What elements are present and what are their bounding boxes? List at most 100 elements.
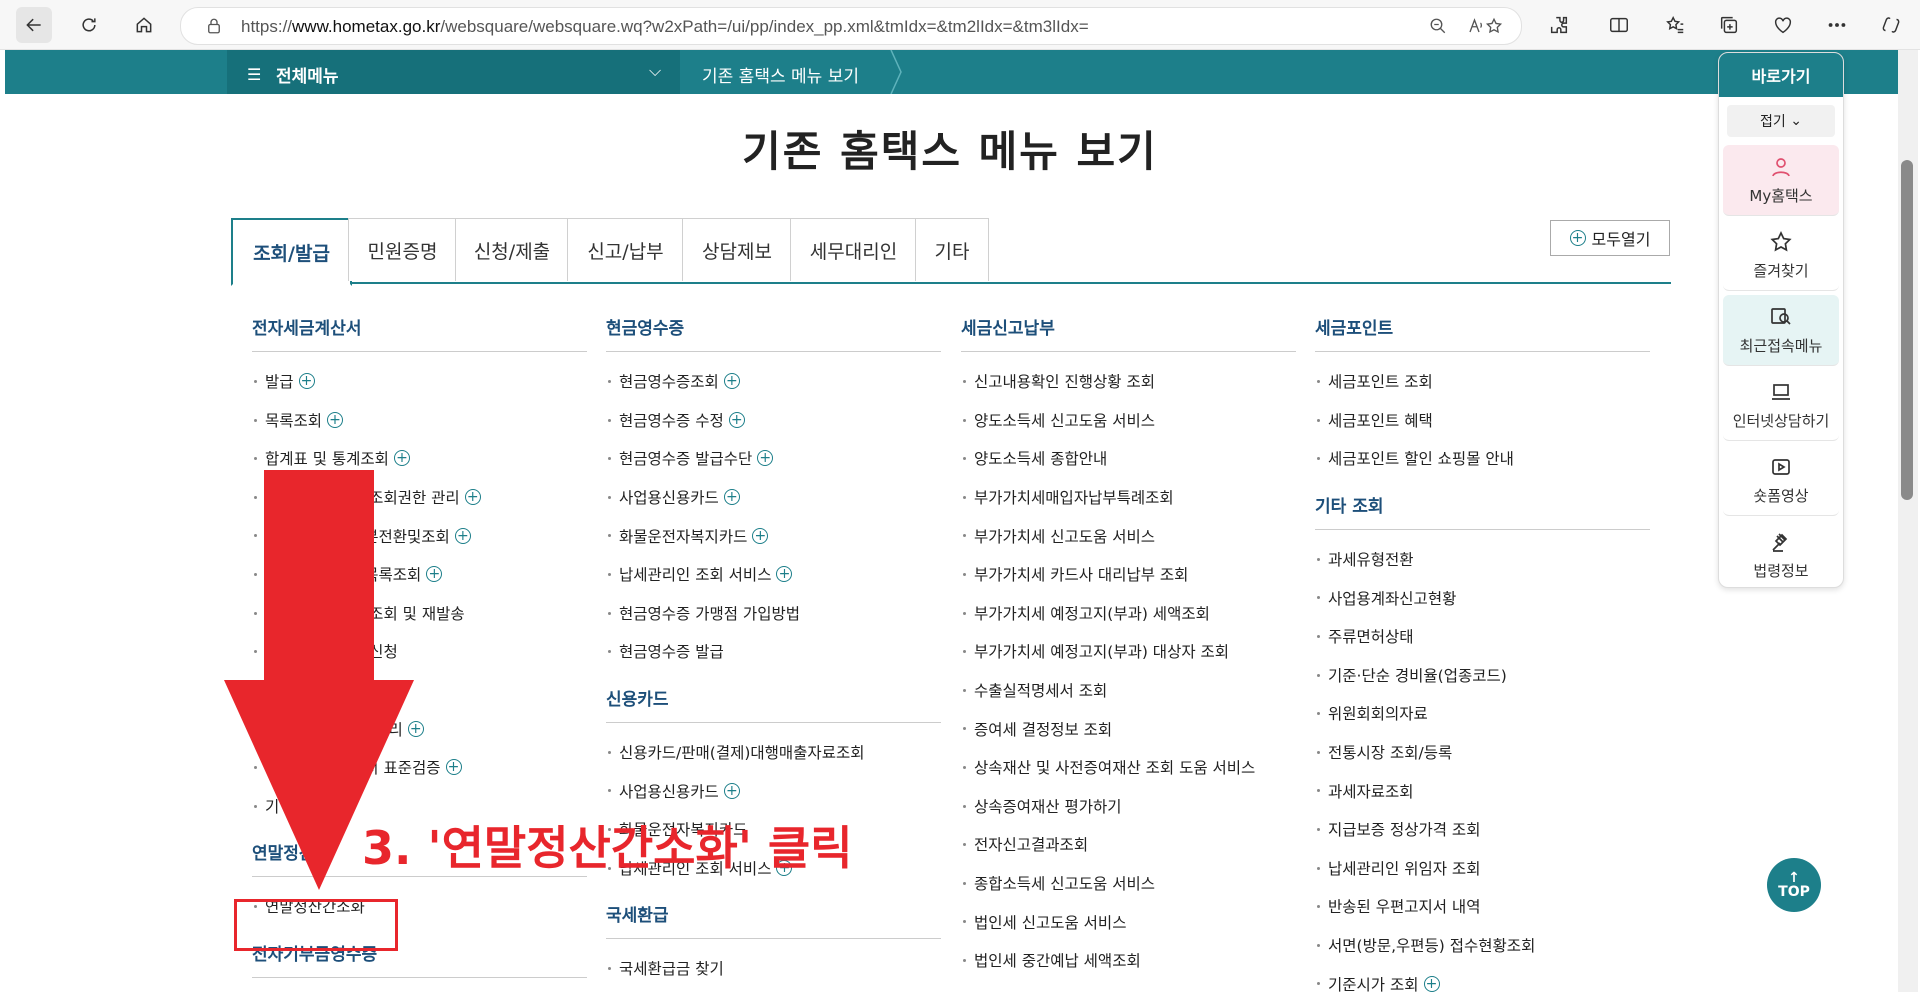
plus-icon[interactable]: +	[757, 450, 774, 467]
tab-etc[interactable]: 기타	[915, 218, 989, 281]
plus-icon[interactable]: +	[723, 489, 740, 506]
list-item[interactable]: 사업용신용카드 +	[606, 771, 941, 810]
list-item[interactable]: 부가가치세 예정고지(부과) 대상자 조회	[961, 632, 1296, 671]
plus-icon[interactable]: +	[1423, 975, 1440, 992]
list-item[interactable]: 부가가치세 예정고지(부과) 세액조회	[961, 594, 1296, 633]
quick-shortform-video[interactable]: 숏폼영상	[1723, 445, 1839, 516]
tab-tax-agent[interactable]: 세무대리인	[790, 218, 917, 281]
plus-icon[interactable]: +	[445, 759, 462, 776]
list-item[interactable]: 사업용계좌신고현황	[1315, 578, 1650, 617]
list-item[interactable]: 세금포인트 혜택	[1315, 401, 1650, 440]
list-item[interactable]: 양도소득세 신고도움 서비스	[961, 401, 1296, 440]
plus-icon[interactable]: +	[393, 450, 410, 467]
list-item[interactable]: 주류면허상태	[1315, 617, 1650, 656]
address-bar[interactable]: https://www.hometax.go.kr/websquare/webs…	[180, 7, 1522, 45]
zoom-out-icon[interactable]	[1429, 17, 1447, 35]
quick-recent-menu[interactable]: 최근접속메뉴	[1723, 295, 1839, 366]
refresh-button[interactable]	[71, 7, 107, 43]
health-icon[interactable]	[1772, 14, 1794, 36]
list-item[interactable]: 발급 +	[252, 362, 587, 401]
all-menu-toggle[interactable]: ☰ 전체메뉴 ⌵	[227, 50, 680, 94]
home-button[interactable]	[126, 7, 162, 43]
expand-all-button[interactable]: + 모두열기	[1550, 220, 1670, 256]
list-item[interactable]: 수출실적명세서 조회	[961, 671, 1296, 710]
scroll-to-top-button[interactable]: ↑ TOP	[1767, 858, 1821, 912]
list-item[interactable]: 현금영수증 발급수단 +	[606, 439, 941, 478]
more-icon[interactable]	[1826, 14, 1848, 36]
top-label: TOP	[1778, 884, 1810, 900]
list-item[interactable]: 국세환급금 찾기	[606, 949, 941, 988]
star-icon[interactable]	[1485, 17, 1503, 35]
recent-search-icon	[1771, 307, 1791, 325]
list-item[interactable]: 기준·단순 경비율(업종코드)	[1315, 656, 1650, 695]
list-item[interactable]: 반송된 우편고지서 내역	[1315, 887, 1650, 926]
collections-icon[interactable]	[1718, 14, 1740, 36]
extensions-icon[interactable]	[1548, 14, 1570, 36]
favorites-icon[interactable]	[1664, 14, 1686, 36]
menu-column-tax-report-payment: 세금신고납부 신고내용확인 진행상황 조회 양도소득세 신고도움 서비스 양도소…	[961, 314, 1296, 980]
list-item[interactable]: 상속증여재산 평가하기	[961, 787, 1296, 826]
plus-icon[interactable]: +	[723, 373, 740, 390]
list-item[interactable]: 납세관리인 조회 서비스 +	[606, 555, 941, 594]
list-item[interactable]: 과세자료조회	[1315, 771, 1650, 810]
list-item[interactable]: 부가가치세 카드사 대리납부 조회	[961, 555, 1296, 594]
list-item[interactable]: 기준시가 조회 +	[1315, 964, 1650, 1003]
list-item[interactable]: 전자신고결과조회	[961, 825, 1296, 864]
list-item[interactable]: 사업용신용카드 +	[606, 478, 941, 517]
quick-online-consult[interactable]: 인터넷상담하기	[1723, 370, 1839, 441]
plus-icon[interactable]: +	[426, 566, 443, 583]
plus-icon[interactable]: +	[776, 566, 793, 583]
list-item[interactable]: 과세유형전환	[1315, 540, 1650, 579]
list-item[interactable]: 지급보증 정상가격 조회	[1315, 810, 1650, 849]
list-item[interactable]: 법인세 중간예납 세액조회	[961, 941, 1296, 980]
list-item[interactable]: 양도소득세 종합안내	[961, 439, 1296, 478]
list-item[interactable]: 부가가치세 신고도움 서비스	[961, 516, 1296, 555]
quick-favorites[interactable]: 즐겨찾기	[1723, 220, 1839, 291]
list-item[interactable]: 현금영수증조회 +	[606, 362, 941, 401]
annotation-text: 3. '연말정산간소화' 클릭	[362, 821, 853, 875]
lock-icon	[208, 18, 220, 34]
tab-consult-report[interactable]: 상담제보	[682, 218, 792, 281]
back-button[interactable]	[16, 7, 52, 43]
read-aloud-icon[interactable]	[1467, 17, 1485, 35]
plus-icon[interactable]: +	[454, 527, 471, 544]
list-item[interactable]: 화물운전자복지카드 +	[606, 516, 941, 555]
plus-icon[interactable]: +	[327, 411, 344, 428]
list-item[interactable]: 납세관리인 위임자 조회	[1315, 849, 1650, 888]
plus-icon[interactable]: +	[298, 373, 315, 390]
list-item[interactable]: 종합소득세 신고도움 서비스	[961, 864, 1296, 903]
list-item[interactable]: 위원회회의자료	[1315, 694, 1650, 733]
tab-report-pay[interactable]: 신고/납부	[567, 218, 684, 281]
highlight-box	[234, 899, 398, 951]
list-item[interactable]: 신용카드/판매(결제)대행매출자료조회	[606, 733, 941, 772]
plus-icon[interactable]: +	[728, 411, 745, 428]
tab-apply-submit[interactable]: 신청/제출	[455, 218, 569, 281]
arrow-left-icon	[26, 18, 41, 32]
list-item[interactable]: 세금포인트 할인 쇼핑몰 안내	[1315, 439, 1650, 478]
tab-inquiry-issue[interactable]: 조회/발급	[231, 218, 352, 286]
list-item[interactable]: 전통시장 조회/등록	[1315, 733, 1650, 772]
list-item[interactable]: 현금영수증 수정 +	[606, 401, 941, 440]
list-item[interactable]: 신고내용확인 진행상황 조회	[961, 362, 1296, 401]
list-item[interactable]: 법인세 신고도움 서비스	[961, 902, 1296, 941]
scrollbar-thumb[interactable]	[1901, 160, 1913, 500]
plus-icon[interactable]: +	[464, 489, 481, 506]
list-item[interactable]: 목록조회 +	[252, 401, 587, 440]
section-title-other-inquiry: 기타 조회	[1315, 482, 1650, 530]
breadcrumb-label: 기존 홈택스 메뉴 보기	[702, 67, 859, 87]
split-screen-icon[interactable]	[1608, 14, 1630, 36]
copilot-icon[interactable]	[1880, 14, 1902, 36]
list-item[interactable]: 증여세 결정정보 조회	[961, 709, 1296, 748]
plus-icon[interactable]: +	[723, 782, 740, 799]
list-item[interactable]: 상속재산 및 사전증여재산 조회 도움 서비스	[961, 748, 1296, 787]
list-item[interactable]: 세금포인트 조회	[1315, 362, 1650, 401]
plus-icon[interactable]: +	[752, 527, 769, 544]
quick-law-info[interactable]: 법령정보	[1723, 520, 1839, 587]
list-item[interactable]: 서면(방문,우편등) 접수현황조회	[1315, 926, 1650, 965]
tab-civil-certificate[interactable]: 민원증명	[348, 218, 457, 281]
quick-my-hometax[interactable]: My홈택스	[1723, 145, 1839, 216]
collapse-button[interactable]: 접기 ⌄	[1727, 105, 1835, 137]
list-item[interactable]: 현금영수증 발급	[606, 632, 941, 671]
list-item[interactable]: 부가가치세매입자납부특례조회	[961, 478, 1296, 517]
list-item[interactable]: 현금영수증 가맹점 가입방법	[606, 594, 941, 633]
